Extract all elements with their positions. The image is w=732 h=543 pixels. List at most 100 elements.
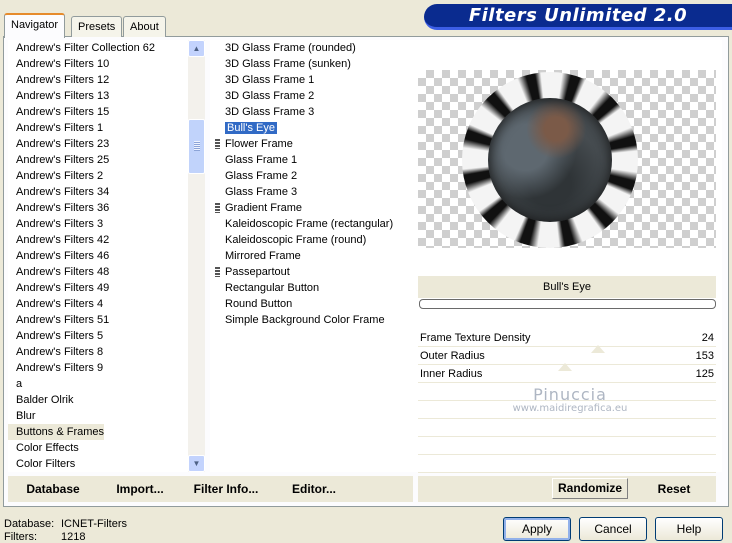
filter-item-label: Bull's Eye — [224, 121, 278, 135]
filter-item-label: Glass Frame 1 — [225, 154, 298, 166]
scroll-down-button[interactable]: ▼ — [188, 455, 205, 472]
control-frame-texture-density[interactable]: Frame Texture Density 24 — [418, 330, 716, 353]
randomize-button[interactable]: Randomize — [552, 478, 628, 499]
filter-item[interactable]: Flower Frame — [210, 136, 413, 152]
filter-item-label: 3D Glass Frame 2 — [225, 90, 315, 102]
category-item[interactable]: Andrew's Filters 3 — [8, 216, 188, 232]
filter-item-label: Glass Frame 3 — [225, 186, 298, 198]
filter-item[interactable]: Kaleidoscopic Frame (round) — [210, 232, 413, 248]
filter-item[interactable]: 3D Glass Frame 2 — [210, 88, 413, 104]
filter-item[interactable]: Kaleidoscopic Frame (rectangular) — [210, 216, 413, 232]
category-item[interactable]: Andrew's Filters 4 — [8, 296, 188, 312]
database-label: Database: — [4, 518, 55, 530]
filter-item-label: Kaleidoscopic Frame (round) — [225, 234, 367, 246]
category-item[interactable]: Andrew's Filters 12 — [8, 72, 188, 88]
chevron-up-icon: ▲ — [192, 44, 201, 53]
category-item[interactable]: Andrew's Filters 9 — [8, 360, 188, 376]
category-item[interactable]: Andrew's Filters 25 — [8, 152, 188, 168]
filter-item[interactable]: Mirrored Frame — [210, 248, 413, 264]
help-button[interactable]: Help — [655, 517, 723, 541]
filter-item[interactable]: Passepartout — [210, 264, 413, 280]
cancel-button[interactable]: Cancel — [579, 517, 647, 541]
tab-about[interactable]: About — [123, 16, 166, 37]
category-item[interactable]: Andrew's Filters 46 — [8, 248, 188, 264]
filter-name-label: Bull's Eye — [418, 276, 716, 298]
control-label: Inner Radius — [420, 368, 483, 380]
preview-photo — [488, 98, 612, 222]
category-item[interactable]: Buttons & Frames — [8, 424, 104, 440]
preview-image — [418, 70, 716, 248]
watermark-name: Pinuccia — [533, 385, 607, 404]
app-banner: Filters Unlimited 2.0 — [424, 4, 732, 30]
control-outer-radius[interactable]: Outer Radius 153 — [418, 348, 716, 371]
filter-item[interactable]: Rectangular Button — [210, 280, 413, 296]
category-item[interactable]: Andrew's Filters 34 — [8, 184, 188, 200]
database-button[interactable]: Database — [24, 480, 82, 498]
filter-item[interactable]: 3D Glass Frame (sunken) — [210, 56, 413, 72]
control-empty — [418, 456, 716, 473]
filter-item[interactable]: 3D Glass Frame (rounded) — [210, 40, 413, 56]
filter-item-label: Round Button — [225, 298, 293, 310]
filter-item[interactable]: Bull's Eye — [210, 120, 413, 136]
database-info: Database: ICNET-Filters — [4, 518, 127, 530]
tab-presets[interactable]: Presets — [71, 16, 123, 37]
scroll-up-button[interactable]: ▲ — [188, 40, 205, 57]
category-item[interactable]: Andrew's Filters 48 — [8, 264, 188, 280]
filter-item[interactable]: Glass Frame 1 — [210, 152, 413, 168]
control-value: 24 — [701, 332, 714, 344]
bulls-eye-frame — [462, 72, 638, 248]
category-item[interactable]: Andrew's Filters 42 — [8, 232, 188, 248]
filter-info-button[interactable]: Filter Info... — [193, 480, 259, 498]
filter-item-label: Rectangular Button — [225, 282, 320, 294]
editor-grip-icon — [215, 139, 220, 149]
category-item[interactable]: a — [8, 376, 188, 392]
category-item[interactable]: Andrew's Filters 13 — [8, 88, 188, 104]
editor-button[interactable]: Editor... — [290, 480, 338, 498]
filter-item-label: Simple Background Color Frame — [225, 314, 385, 326]
category-item[interactable]: Balder Olrik — [8, 392, 188, 408]
filter-item[interactable]: Round Button — [210, 296, 413, 312]
control-inner-radius[interactable]: Inner Radius 125 — [418, 366, 716, 383]
control-value: 125 — [695, 368, 714, 380]
category-item[interactable]: Andrew's Filters 10 — [8, 56, 188, 72]
filter-item[interactable]: 3D Glass Frame 1 — [210, 72, 413, 88]
category-item[interactable]: Andrew's Filters 51 — [8, 312, 188, 328]
category-scrollbar[interactable]: ▲ ▼ — [188, 40, 205, 472]
scroll-thumb[interactable] — [188, 119, 205, 174]
watermark-url: www.maidiregrafica.eu — [512, 403, 628, 414]
filter-list[interactable]: 3D Glass Frame (rounded) 3D Glass Frame (… — [210, 40, 413, 472]
watermark: Pinuccia www.maidiregrafica.eu — [470, 385, 670, 414]
filters-count: 1218 — [61, 531, 86, 543]
category-item[interactable]: Color Effects — [8, 440, 188, 456]
category-item[interactable]: Andrew's Filters 23 — [8, 136, 188, 152]
category-item[interactable]: Color Filters — [8, 456, 188, 472]
filter-item[interactable]: Glass Frame 3 — [210, 184, 413, 200]
database-value: ICNET-Filters — [61, 518, 127, 530]
filter-item[interactable]: Glass Frame 2 — [210, 168, 413, 184]
filter-item-label: 3D Glass Frame (sunken) — [225, 58, 351, 70]
category-item[interactable]: Andrew's Filters 8 — [8, 344, 188, 360]
filter-item[interactable]: Gradient Frame — [210, 200, 413, 216]
category-item[interactable]: Andrew's Filters 49 — [8, 280, 188, 296]
reset-button[interactable]: Reset — [652, 480, 696, 498]
import-button[interactable]: Import... — [114, 480, 166, 498]
category-item[interactable]: Andrew's Filters 2 — [8, 168, 188, 184]
tab-navigator[interactable]: Navigator — [4, 13, 66, 38]
filter-item[interactable]: 3D Glass Frame 3 — [210, 104, 413, 120]
editor-grip-icon — [215, 203, 220, 213]
progress-bar — [419, 299, 716, 309]
control-empty — [418, 420, 716, 437]
apply-button[interactable]: Apply — [503, 517, 571, 541]
filter-item-label: 3D Glass Frame 1 — [225, 74, 315, 86]
filter-item-label: 3D Glass Frame 3 — [225, 106, 315, 118]
filter-item[interactable]: Simple Background Color Frame — [210, 312, 413, 328]
editor-grip-icon — [215, 267, 220, 277]
category-list[interactable]: Andrew's Filter Collection 62 Andrew's Fi… — [8, 40, 188, 472]
filter-item-label: Flower Frame — [225, 138, 293, 150]
category-item[interactable]: Andrew's Filters 1 — [8, 120, 188, 136]
category-item[interactable]: Andrew's Filters 15 — [8, 104, 188, 120]
category-item[interactable]: Andrew's Filters 5 — [8, 328, 188, 344]
category-item[interactable]: Andrew's Filters 36 — [8, 200, 188, 216]
category-item[interactable]: Blur — [8, 408, 188, 424]
category-item[interactable]: Andrew's Filter Collection 62 — [8, 40, 188, 56]
